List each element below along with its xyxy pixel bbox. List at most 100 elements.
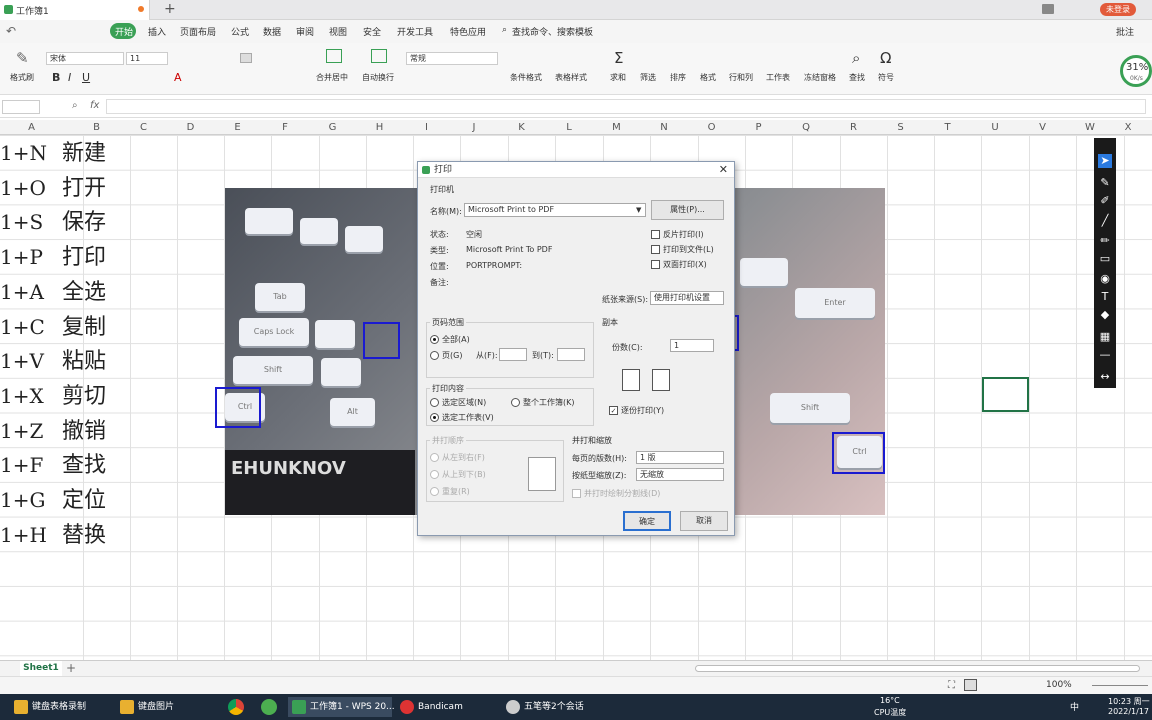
add-sheet-icon[interactable]: + — [66, 661, 76, 675]
reverse-print-checkbox[interactable] — [651, 230, 660, 239]
tab-security[interactable]: 安全 — [363, 25, 381, 38]
line-icon[interactable]: ╱ — [1098, 214, 1112, 228]
task-item[interactable]: 五笔等2个会话 — [502, 697, 612, 717]
command-search[interactable]: 查找命令、搜索模板 — [512, 25, 593, 38]
column-header[interactable]: W — [1066, 120, 1114, 135]
collate-checkbox[interactable]: ✓ — [609, 406, 618, 415]
copies-input[interactable]: 1 — [670, 339, 714, 352]
cell-action[interactable]: 定位 — [62, 483, 106, 518]
formula-input[interactable] — [106, 99, 1146, 114]
cell-action[interactable]: 粘贴 — [62, 344, 106, 379]
duplex-checkbox[interactable] — [651, 260, 660, 269]
ok-button[interactable]: 确定 — [623, 511, 671, 531]
cell-action[interactable]: 新建 — [62, 136, 106, 171]
tab-view[interactable]: 视图 — [329, 25, 347, 38]
tab-features[interactable]: 特色应用 — [450, 25, 486, 38]
cell-action[interactable]: 剪切 — [62, 379, 106, 414]
column-header[interactable]: Q — [782, 120, 830, 135]
rectangle-icon[interactable]: ▭ — [1098, 252, 1112, 266]
browser-icon[interactable] — [261, 699, 277, 715]
fx-icon[interactable]: fx — [90, 100, 99, 111]
freeze-button[interactable]: 冻结窗格 — [804, 72, 836, 83]
task-item[interactable]: 键盘图片 — [116, 697, 216, 717]
symbol-icon[interactable]: Ω — [880, 49, 891, 67]
cell-action[interactable]: 替换 — [62, 518, 106, 553]
cell-action[interactable]: 全选 — [62, 275, 106, 310]
column-header[interactable]: I — [403, 120, 450, 135]
horizontal-scrollbar[interactable] — [695, 665, 1140, 672]
cell-shortcut[interactable]: 1+S — [0, 205, 60, 240]
tab-developer[interactable]: 开发工具 — [397, 25, 433, 38]
cell-shortcut[interactable]: 1+G — [0, 483, 60, 518]
merge-center-icon[interactable] — [326, 49, 342, 63]
sheet-tab-sheet1[interactable]: Sheet1 — [20, 661, 62, 676]
new-tab-icon[interactable]: + — [164, 1, 176, 17]
cell-action[interactable]: 打印 — [62, 240, 106, 275]
pages-per-sheet-select[interactable]: 1 版 — [636, 451, 724, 464]
to-input[interactable] — [557, 348, 585, 361]
cell-shortcut[interactable]: 1+V — [0, 344, 60, 379]
column-header[interactable]: L — [545, 120, 593, 135]
eraser-icon[interactable]: ◆ — [1098, 308, 1112, 322]
input-language[interactable]: 中 — [1070, 700, 1079, 713]
cell-action[interactable]: 保存 — [62, 205, 106, 240]
column-header[interactable]: R — [830, 120, 877, 135]
tab-home[interactable]: 开始 — [115, 25, 133, 38]
pen-icon[interactable]: ✎ — [1098, 176, 1112, 190]
column-header[interactable]: N — [640, 120, 688, 135]
range-all-radio[interactable] — [430, 335, 439, 344]
draw-borders-checkbox[interactable] — [572, 489, 581, 498]
column-header[interactable]: D — [167, 120, 214, 135]
number-format-select[interactable]: 常规 — [406, 52, 498, 65]
column-header[interactable]: J — [450, 120, 498, 135]
cell-action[interactable]: 打开 — [62, 171, 106, 206]
tab-page-layout[interactable]: 页面布局 — [180, 25, 216, 38]
brush-icon[interactable]: ✏ — [1098, 234, 1112, 248]
cell-shortcut[interactable]: 1+Z — [0, 414, 60, 449]
conditional-format-button[interactable]: 条件格式 — [510, 72, 542, 83]
cell-shortcut[interactable]: 1+N — [0, 136, 60, 171]
column-header[interactable]: V — [1019, 120, 1066, 135]
properties-button[interactable]: 属性(P)... — [651, 200, 724, 220]
content-workbook-radio[interactable] — [511, 398, 520, 407]
order-tb-radio[interactable] — [430, 470, 439, 479]
mosaic-icon[interactable]: ▦ — [1098, 330, 1112, 344]
sum-icon[interactable]: Σ — [614, 49, 623, 67]
italic-icon[interactable]: I — [68, 71, 71, 84]
from-input[interactable] — [499, 348, 527, 361]
font-name-select[interactable]: 宋体 — [46, 52, 124, 65]
zoom-slider[interactable] — [1092, 685, 1148, 686]
login-badge[interactable]: 未登录 — [1100, 3, 1136, 16]
column-header[interactable]: O — [688, 120, 735, 135]
column-header[interactable]: F — [261, 120, 309, 135]
task-item[interactable]: Bandicam — [396, 697, 496, 717]
text-icon[interactable]: T — [1098, 290, 1112, 304]
bold-icon[interactable]: B — [52, 71, 60, 84]
table-style-button[interactable]: 表格样式 — [555, 72, 587, 83]
cell-shortcut[interactable]: 1+C — [0, 310, 60, 345]
cell-shortcut[interactable]: 1+H — [0, 518, 60, 553]
cell-action[interactable]: 查找 — [62, 448, 106, 483]
tab-formula[interactable]: 公式 — [231, 25, 249, 38]
cancel-button[interactable]: 取消 — [680, 511, 728, 531]
tab-review[interactable]: 审阅 — [296, 25, 314, 38]
format-button[interactable]: 格式 — [700, 72, 716, 83]
pointer-icon[interactable]: ➤ — [1098, 154, 1112, 168]
content-selection-radio[interactable] — [430, 398, 439, 407]
cell-shortcut[interactable]: 1+A — [0, 275, 60, 310]
column-header[interactable]: A — [0, 120, 73, 135]
range-pages-radio[interactable] — [430, 351, 439, 360]
column-header[interactable]: P — [735, 120, 782, 135]
underline-icon[interactable]: U — [82, 71, 90, 84]
column-header[interactable]: M — [593, 120, 640, 135]
scale-select[interactable]: 无缩放 — [636, 468, 724, 481]
align-center-icon[interactable] — [240, 53, 252, 63]
tab-insert[interactable]: 插入 — [148, 25, 166, 38]
print-to-file-checkbox[interactable] — [651, 245, 660, 254]
content-sheet-radio[interactable] — [430, 413, 439, 422]
filter-button[interactable]: 筛选 — [640, 72, 656, 83]
layout-icon[interactable] — [1042, 4, 1054, 14]
order-lr-radio[interactable] — [430, 453, 439, 462]
task-item-active[interactable]: 工作簿1 - WPS 20... — [288, 697, 395, 717]
paper-source-select[interactable]: 使用打印机设置 — [650, 291, 724, 305]
